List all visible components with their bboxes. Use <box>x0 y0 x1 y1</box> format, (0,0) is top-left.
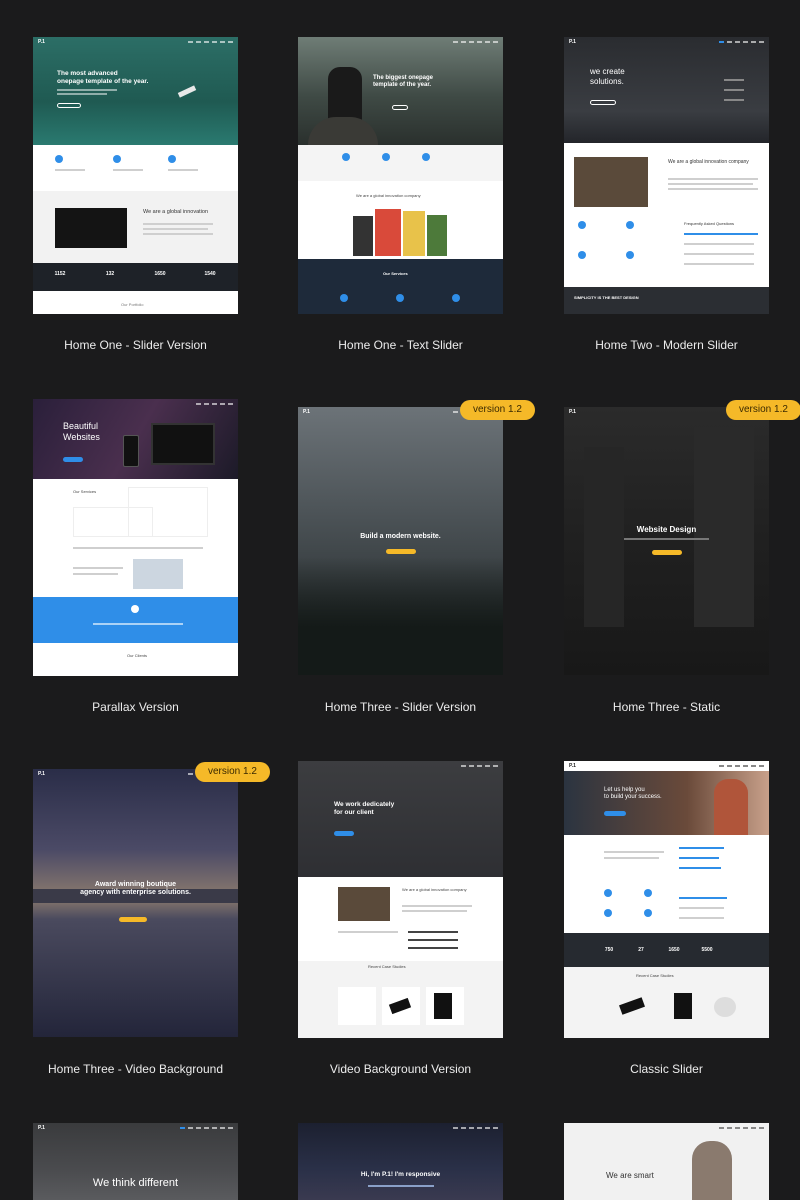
section-title: We are a global innovation company <box>402 887 467 892</box>
stat-value: 5500 <box>701 947 713 953</box>
hero-headline: Beautiful Websites <box>63 421 100 442</box>
section-title: Our Services <box>383 271 408 276</box>
demo-thumbnail[interactable]: P.1 we create solutions. We are a global… <box>564 37 769 314</box>
section-title: We are a global innovation company <box>668 159 749 165</box>
stat-value: 1540 <box>204 271 216 277</box>
version-badge: version 1.2 <box>195 762 270 782</box>
demo-label[interactable]: Home One - Text Slider <box>278 338 523 352</box>
demo-thumbnail[interactable]: P.1 Award winning boutique agency with e… <box>33 769 238 1037</box>
demo-card-we-are-smart[interactable]: We are smart <box>564 1123 769 1200</box>
demo-thumbnail[interactable]: Beautiful Websites Our Services Our Clie… <box>33 399 238 676</box>
hero-headline: Build a modern website. <box>360 533 441 540</box>
hero-headline: we create solutions. <box>590 67 625 86</box>
demo-card-home-one-text[interactable]: The biggest onepage template of the year… <box>298 37 503 352</box>
demo-card-parallax[interactable]: Beautiful Websites Our Services Our Clie… <box>33 399 238 714</box>
demo-thumbnail[interactable]: P.1 The most advanced onepage template o… <box>33 37 238 314</box>
demo-thumbnail[interactable]: P.1 We think different <box>33 1123 238 1200</box>
site-logo: P.1 <box>303 409 310 415</box>
demo-label[interactable]: Parallax Version <box>13 700 258 714</box>
hero-headline: Hi, I'm P.1! I'm responsive <box>360 1171 441 1178</box>
demo-label[interactable]: Video Background Version <box>278 1062 523 1076</box>
hero-headline: The biggest onepage template of the year… <box>373 75 434 89</box>
demo-thumbnail[interactable]: We work dedicately for our client We are… <box>298 761 503 1038</box>
site-logo: P.1 <box>38 771 45 777</box>
hero-headline: Award winning boutique agency with enter… <box>80 881 191 897</box>
hero-headline: We work dedicately for our client <box>334 801 395 816</box>
section-title: Our Services <box>73 489 97 494</box>
demo-thumbnail[interactable]: P.1 Website Design <box>564 407 769 675</box>
site-logo: P.1 <box>569 39 576 45</box>
section-title: Recent Case Studies <box>368 964 406 969</box>
demo-label[interactable]: Home Three - Static <box>544 700 789 714</box>
section-title: Recent Case Studies <box>636 973 674 978</box>
section-title: Our Clients <box>127 653 148 658</box>
version-badge: version 1.2 <box>460 400 535 420</box>
demo-label[interactable]: Classic Slider <box>544 1062 789 1076</box>
site-logo: P.1 <box>569 763 576 769</box>
version-badge: version 1.2 <box>726 400 800 420</box>
stat-value: 1152 <box>54 271 66 277</box>
site-logo: P.1 <box>569 409 576 415</box>
demo-card-home-three-slider[interactable]: version 1.2 P.1 Build a modern website. … <box>298 400 535 714</box>
demo-label[interactable]: Home Three - Video Background <box>13 1062 258 1076</box>
demo-thumbnail[interactable]: Hi, I'm P.1! I'm responsive <box>298 1123 503 1200</box>
demo-thumbnail[interactable]: P.1 Build a modern website. <box>298 407 503 675</box>
stat-value: 1650 <box>668 947 680 953</box>
demo-label[interactable]: Home One - Slider Version <box>13 338 258 352</box>
demo-label[interactable]: Home Three - Slider Version <box>278 700 523 714</box>
stat-value: 1650 <box>154 271 166 277</box>
demo-card-responsive[interactable]: Hi, I'm P.1! I'm responsive <box>298 1123 503 1200</box>
hero-headline: We are smart <box>606 1171 654 1180</box>
hero-headline: Let us help you to build your success. <box>604 787 662 801</box>
stat-value: 27 <box>638 947 644 953</box>
faq-title: Frequently Asked Questions <box>684 221 735 226</box>
demo-card-think-different[interactable]: P.1 We think different <box>33 1123 238 1200</box>
hero-headline: Website Design <box>636 525 697 534</box>
demo-card-home-one-slider[interactable]: P.1 The most advanced onepage template o… <box>33 37 238 352</box>
hero-headline: The most advanced onepage template of th… <box>57 70 149 85</box>
site-logo: P.1 <box>38 39 45 45</box>
demo-card-video-background[interactable]: We work dedicately for our client We are… <box>298 761 503 1076</box>
stat-value: 750 <box>604 947 614 953</box>
demo-card-home-two-modern[interactable]: P.1 we create solutions. We are a global… <box>564 37 769 352</box>
demo-thumbnail[interactable]: We are smart <box>564 1123 769 1200</box>
section-title: Our Portfolio <box>121 302 144 307</box>
section-title: SIMPLICITY IS THE BEST DESIGN <box>574 295 639 300</box>
section-title: We are a global innovation company <box>356 193 421 198</box>
demo-thumbnail[interactable]: The biggest onepage template of the year… <box>298 37 503 314</box>
demo-thumbnail[interactable]: P.1 Let us help you to build your succes… <box>564 761 769 1038</box>
demo-card-home-three-video[interactable]: version 1.2 P.1 Award winning boutique a… <box>33 762 270 1076</box>
demo-card-home-three-static[interactable]: version 1.2 P.1 Website Design Home Thre… <box>564 400 800 714</box>
demo-label[interactable]: Home Two - Modern Slider <box>544 338 789 352</box>
stat-value: 132 <box>105 271 115 277</box>
demo-card-classic-slider[interactable]: P.1 Let us help you to build your succes… <box>564 761 769 1076</box>
site-logo: P.1 <box>38 1125 45 1131</box>
hero-headline: We think different <box>92 1177 179 1189</box>
